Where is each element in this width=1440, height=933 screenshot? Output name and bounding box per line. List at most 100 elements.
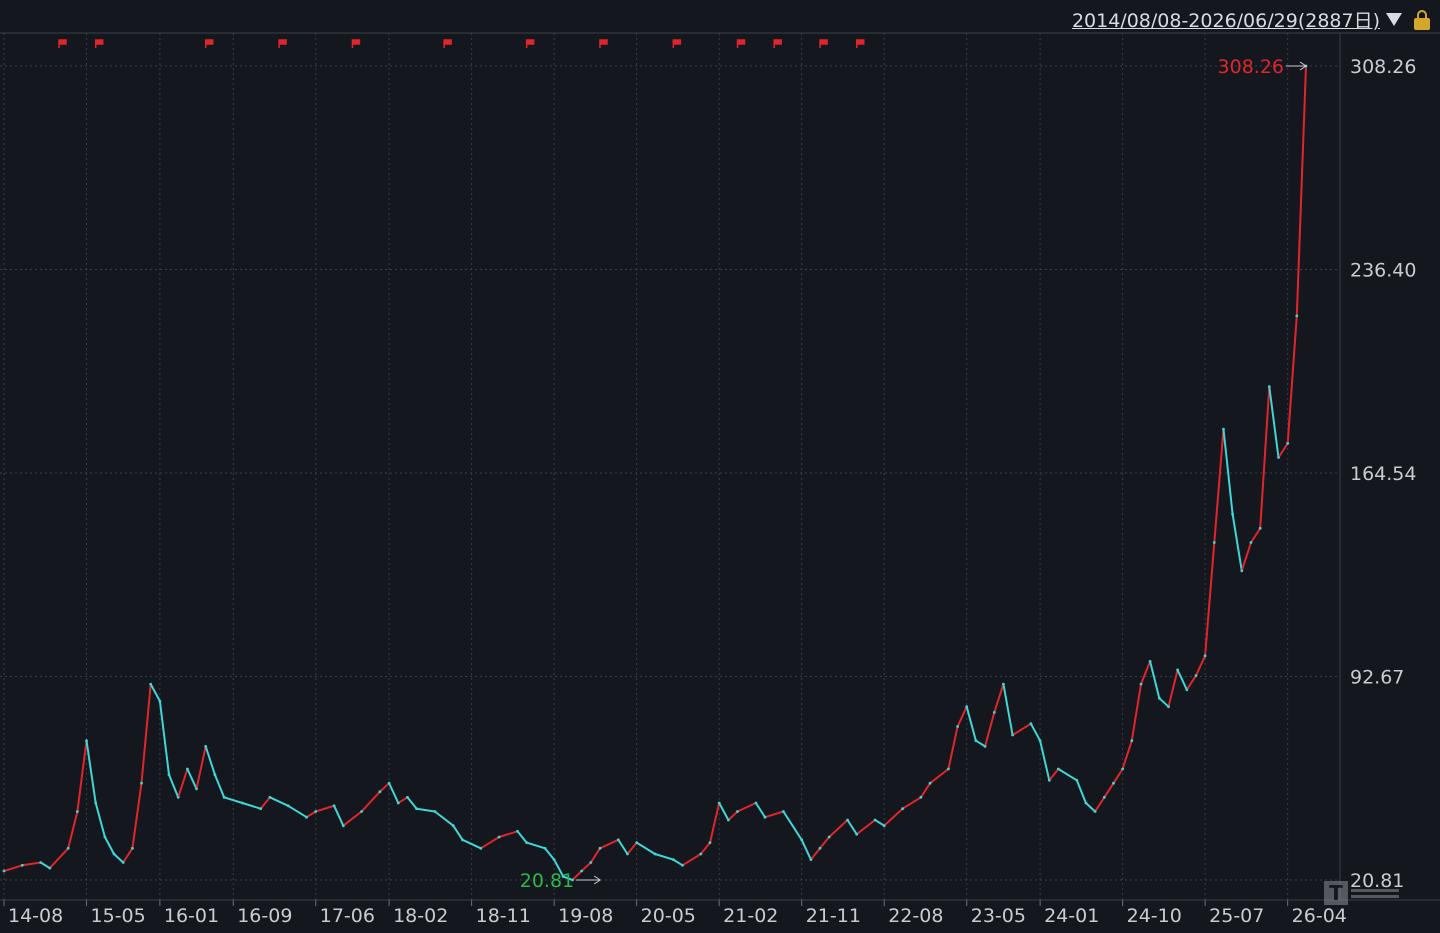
data-point — [66, 846, 70, 850]
data-point — [112, 852, 116, 856]
date-range-selector[interactable]: 2014/08/08-2026/06/29(2887日) — [1072, 6, 1430, 33]
data-point — [48, 866, 52, 870]
data-point — [809, 858, 813, 861]
data-point — [1075, 778, 1079, 782]
x-tick-label: 18-02 — [393, 905, 448, 927]
x-tick-label: 22-08 — [888, 905, 943, 927]
series-segment — [635, 841, 656, 855]
data-point — [1029, 722, 1033, 726]
date-range-label[interactable]: 2014/08/08-2026/06/29(2887日) — [1072, 6, 1380, 33]
lock-icon[interactable] — [1414, 9, 1430, 30]
data-point — [671, 858, 675, 861]
data-point — [406, 795, 409, 799]
series-segment — [1075, 779, 1087, 804]
data-point — [1139, 682, 1143, 686]
series-segment — [195, 745, 207, 790]
series-segment — [727, 810, 739, 821]
data-point — [1011, 733, 1014, 737]
extreme-annotations: 308.26 20.81 — [520, 56, 1307, 892]
data-point — [1231, 512, 1234, 516]
x-tick-label: 18-11 — [476, 905, 531, 927]
data-point — [1102, 795, 1106, 799]
data-point — [305, 815, 308, 819]
data-point — [1148, 660, 1152, 663]
data-point — [974, 739, 978, 743]
x-tick-label: 16-09 — [237, 905, 292, 927]
series-segment — [305, 810, 317, 819]
x-tick-label: 25-07 — [1209, 905, 1264, 927]
data-point — [158, 699, 162, 703]
data-point — [1112, 781, 1115, 785]
triangle-down-icon[interactable] — [1386, 13, 1402, 26]
data-point — [497, 835, 501, 839]
event-flag-icon — [58, 39, 67, 48]
x-tick-label: 17-06 — [320, 905, 375, 927]
x-tick-label: 16-01 — [164, 905, 219, 927]
series-segment — [461, 838, 482, 850]
series-segment — [1222, 428, 1234, 516]
series-segment — [1140, 660, 1152, 686]
series-segment — [626, 841, 638, 855]
data-point — [461, 838, 464, 842]
data-point — [451, 824, 455, 828]
data-point — [717, 801, 721, 805]
series-segment — [929, 768, 950, 785]
series-segment — [1213, 428, 1225, 544]
data-point — [1194, 674, 1198, 677]
data-point — [241, 801, 244, 805]
series-segment — [1286, 314, 1298, 445]
series-segment — [1158, 697, 1170, 708]
series-segment — [204, 745, 216, 776]
data-point — [1176, 668, 1179, 672]
data-point — [846, 818, 849, 822]
series-segment — [94, 802, 106, 838]
series-segment — [1195, 654, 1207, 677]
event-flag-icon — [736, 39, 746, 48]
series-segment — [764, 810, 785, 819]
data-point — [85, 739, 88, 743]
series-segment — [754, 802, 766, 819]
event-flag-icon — [525, 39, 535, 48]
data-point — [1130, 739, 1134, 743]
series-segment — [1268, 385, 1280, 459]
data-point — [552, 858, 556, 861]
series-segment — [498, 830, 519, 838]
data-point — [681, 863, 684, 867]
x-tick-label: 14-08 — [8, 905, 63, 927]
brand-logo-icon: T — [1324, 878, 1404, 908]
data-point — [827, 835, 831, 839]
series-segment — [158, 700, 170, 776]
series-segment — [1103, 782, 1115, 799]
grid-lines — [0, 33, 1340, 906]
data-point — [1185, 688, 1189, 692]
data-point — [360, 810, 363, 813]
data-point — [1002, 682, 1005, 686]
series-segment — [846, 819, 858, 836]
series-segment — [1167, 668, 1179, 708]
data-point — [1157, 696, 1161, 700]
data-point — [204, 745, 208, 748]
data-point — [616, 838, 620, 842]
brand-logo-line — [1351, 894, 1399, 898]
x-axis-labels: 14-08 15-05 16-01 16-09 17-06 18-02 18-11 19-08… — [8, 905, 1347, 927]
series-segment — [103, 836, 115, 855]
data-point — [314, 810, 318, 813]
data-point — [983, 745, 987, 748]
series-segment — [672, 858, 684, 867]
data-point — [396, 801, 400, 805]
event-flag-icon — [94, 39, 104, 48]
series-segment — [268, 796, 290, 807]
event-flag-icon — [672, 39, 682, 48]
series-segment — [699, 841, 711, 855]
series-segment — [1295, 65, 1307, 317]
data-point — [1047, 778, 1051, 782]
series-segment — [287, 804, 308, 819]
data-point — [818, 846, 822, 850]
data-point — [800, 838, 804, 842]
series-segment — [1002, 683, 1014, 736]
event-flag-icon — [443, 39, 452, 48]
data-point — [1240, 569, 1244, 573]
data-point — [433, 810, 437, 813]
x-tick-label: 21-11 — [806, 905, 861, 927]
series-segment — [333, 804, 345, 827]
